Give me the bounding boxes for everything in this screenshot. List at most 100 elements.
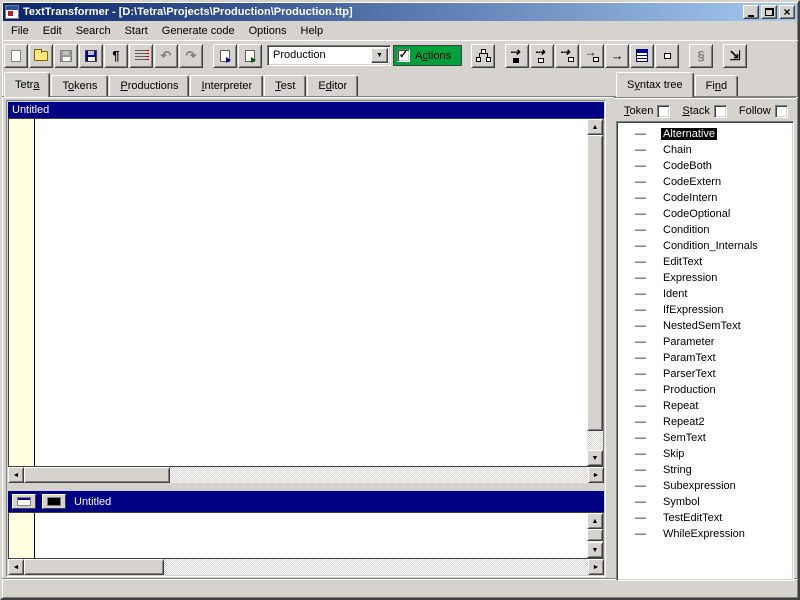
scroll-right-button[interactable]: ► xyxy=(588,467,604,483)
step-to-new-button[interactable]: ⇢ xyxy=(555,43,580,68)
tree-item-repeat2[interactable]: — Repeat2 xyxy=(619,414,791,430)
tree-item-label: EditText xyxy=(663,256,703,268)
restore-button[interactable] xyxy=(761,5,777,19)
tree-item-whileexpression[interactable]: — WhileExpression xyxy=(619,526,791,542)
menu-options[interactable]: Options xyxy=(242,23,294,39)
tree-item-condition[interactable]: — Condition xyxy=(619,222,791,238)
tree-item-edittext[interactable]: — EditText xyxy=(619,254,791,270)
stack-checkbox[interactable] xyxy=(713,104,727,118)
parse-all-documents-button[interactable] xyxy=(238,43,262,68)
tree-item-semtext[interactable]: — SemText xyxy=(619,430,791,446)
menu-search[interactable]: Search xyxy=(69,23,118,39)
format-button[interactable] xyxy=(129,43,153,68)
top-editor-surface[interactable] xyxy=(35,119,587,466)
tree-item-production[interactable]: — Production xyxy=(619,382,791,398)
save-all-button[interactable] xyxy=(79,43,103,68)
panel-splitter[interactable] xyxy=(8,483,604,491)
menu-file[interactable]: File xyxy=(4,23,36,39)
vscroll-thumb[interactable] xyxy=(587,529,603,541)
tree-item-label: CodeOptional xyxy=(663,208,731,220)
syntax-tree-button[interactable] xyxy=(471,43,496,68)
tab-test[interactable]: Test xyxy=(264,75,307,96)
tab-tokens[interactable]: Tokens xyxy=(51,75,109,96)
pane-toggle-button[interactable] xyxy=(12,494,36,509)
menu-generate-code[interactable]: Generate code xyxy=(155,23,242,39)
tree-item-subexpression[interactable]: — Subexpression xyxy=(619,478,791,494)
tab-syntax-tree[interactable]: Syntax tree xyxy=(616,72,694,97)
breakpoint-button[interactable] xyxy=(655,43,680,68)
tree-item-expression[interactable]: — Expression xyxy=(619,270,791,286)
vscroll-track[interactable] xyxy=(587,431,603,450)
tree-item-paramtext[interactable]: — ParamText xyxy=(619,350,791,366)
tree-item-label: Repeat2 xyxy=(663,416,705,428)
step-into-button[interactable]: ⇢ xyxy=(530,43,555,68)
tree-item-condition-internals[interactable]: — Condition_Internals xyxy=(619,238,791,254)
parse-document-button[interactable] xyxy=(213,43,237,68)
scroll-up-button[interactable]: ▲ xyxy=(587,513,603,529)
scroll-down-button[interactable]: ▼ xyxy=(587,450,603,466)
tree-item-codeboth[interactable]: — CodeBoth xyxy=(619,158,791,174)
tree-item-testedittext[interactable]: — TestEditText xyxy=(619,510,791,526)
step-into-token-button[interactable]: ⇢ xyxy=(505,43,530,68)
tree-item-ifexpression[interactable]: — IfExpression xyxy=(619,302,791,318)
hscroll-track[interactable] xyxy=(170,467,588,483)
production-combobox-value[interactable]: Production xyxy=(268,46,369,65)
tree-item-repeat[interactable]: — Repeat xyxy=(619,398,791,414)
bottom-editor: ▲ ▼ xyxy=(8,512,604,559)
close-button[interactable]: × xyxy=(779,5,795,19)
menu-help[interactable]: Help xyxy=(294,23,331,39)
tree-item-label: CodeBoth xyxy=(663,160,712,172)
pane-maximize-button[interactable] xyxy=(42,494,66,509)
floppy-blue-icon xyxy=(85,49,97,62)
show-paragraphs-button[interactable]: ¶ xyxy=(104,43,128,68)
scroll-left-button[interactable]: ◄ xyxy=(8,559,24,575)
tree-item-alternative[interactable]: — Alternative xyxy=(619,126,791,142)
tree-item-parsertext[interactable]: — ParserText xyxy=(619,366,791,382)
tree-item-symbol[interactable]: — Symbol xyxy=(619,494,791,510)
run-button[interactable]: → xyxy=(605,43,630,68)
scroll-up-button[interactable]: ▲ xyxy=(587,119,603,135)
combobox-dropdown-button[interactable]: ▼ xyxy=(371,48,388,63)
tab-interpreter[interactable]: Interpreter xyxy=(190,75,264,96)
tree-item-codeintern[interactable]: — CodeIntern xyxy=(619,190,791,206)
tree-item-string[interactable]: — String xyxy=(619,462,791,478)
tree-item-ident[interactable]: — Ident xyxy=(619,286,791,302)
tree-connector-icon: — xyxy=(635,224,646,236)
bottom-editor-surface[interactable] xyxy=(35,513,587,558)
open-button[interactable] xyxy=(29,43,53,68)
production-combobox[interactable]: Production ▼ xyxy=(267,45,391,66)
menu-edit[interactable]: Edit xyxy=(36,23,69,39)
hscroll-thumb[interactable] xyxy=(24,559,164,575)
token-label: Token xyxy=(624,105,653,117)
tree-item-chain[interactable]: — Chain xyxy=(619,142,791,158)
vscroll-thumb[interactable] xyxy=(587,135,603,431)
tree-item-codeextern[interactable]: — CodeExtern xyxy=(619,174,791,190)
tab-find[interactable]: Find xyxy=(694,75,739,96)
step-over-button[interactable]: → xyxy=(580,43,605,68)
content-area: Untitled ▲ ▼ ◄ ► Untitled ▲ ▼ ◄ ► Token … xyxy=(2,96,798,581)
token-checkbox[interactable] xyxy=(657,104,671,118)
scroll-right-button[interactable]: ► xyxy=(588,559,604,575)
tree-item-nestedsemtext[interactable]: — NestedSemText xyxy=(619,318,791,334)
tree-item-skip[interactable]: — Skip xyxy=(619,446,791,462)
tree-item-label: CodeExtern xyxy=(663,176,722,188)
hscroll-thumb[interactable] xyxy=(24,467,170,483)
app-icon[interactable] xyxy=(5,5,19,19)
actions-checkbox[interactable]: ✓ xyxy=(397,49,410,62)
tree-connector-icon: — xyxy=(635,416,646,428)
menu-start[interactable]: Start xyxy=(118,23,155,39)
scroll-down-button[interactable]: ▼ xyxy=(587,542,603,558)
goto-node-button[interactable]: ⇲ xyxy=(723,43,748,68)
hscroll-track[interactable] xyxy=(164,559,588,575)
tree-item-label: CodeIntern xyxy=(663,192,718,204)
tab-tetra[interactable]: Tetra xyxy=(4,72,51,97)
scroll-left-button[interactable]: ◄ xyxy=(8,467,24,483)
show-log-button[interactable] xyxy=(630,43,655,68)
tree-item-parameter[interactable]: — Parameter xyxy=(619,334,791,350)
follow-checkbox[interactable] xyxy=(774,104,788,118)
minimize-button[interactable] xyxy=(743,5,759,19)
tree-item-codeoptional[interactable]: — CodeOptional xyxy=(619,206,791,222)
tab-productions[interactable]: Productions xyxy=(109,75,190,96)
tab-editor[interactable]: Editor xyxy=(307,75,359,96)
actions-toggle[interactable]: ✓ Actions xyxy=(393,45,463,66)
